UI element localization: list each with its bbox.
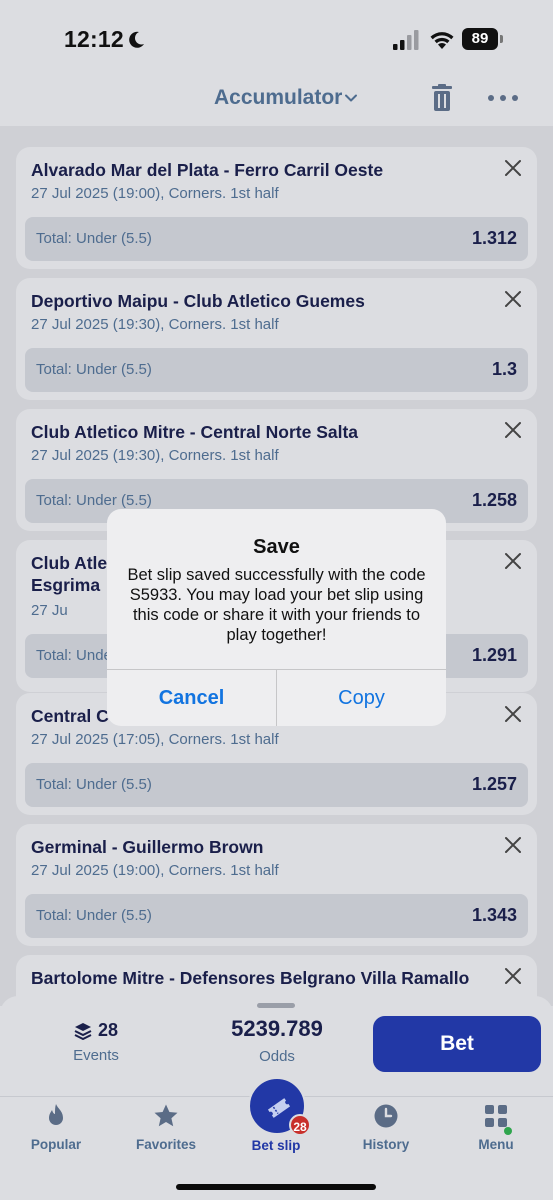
home-indicator	[176, 1184, 376, 1190]
close-icon[interactable]	[504, 421, 522, 439]
bet-match: Germinal - Guillermo Brown	[31, 837, 264, 857]
bet-market: Total: Unde	[36, 647, 112, 664]
events-count: 28	[97, 1020, 119, 1040]
bet-card: Deportivo Maipu - Club Atletico Guemes 2…	[16, 278, 537, 400]
star-icon	[154, 1104, 178, 1127]
cancel-button[interactable]: Cancel	[107, 670, 276, 726]
bet-details: 27 Jul 2025 (17:05), Corners. 1st half	[31, 731, 279, 748]
bet-market: Total: Under (5.5)	[36, 492, 152, 509]
bet-details: 27 Ju	[31, 602, 68, 619]
bet-market: Total: Under (5.5)	[36, 907, 152, 924]
more-options-icon[interactable]	[487, 90, 519, 106]
drag-handle[interactable]	[257, 1003, 295, 1008]
bet-selection-row: Total: Under (5.5) 1.312	[25, 217, 528, 261]
odds-summary: 5239.789 Odds	[206, 1016, 348, 1065]
bet-details: 27 Jul 2025 (19:00), Corners. 1st half	[31, 862, 279, 879]
tab-favorites[interactable]: Favorites	[116, 1103, 216, 1152]
notification-dot	[504, 1127, 512, 1135]
clock-icon	[374, 1104, 398, 1128]
tab-betslip[interactable]: Bet slip	[226, 1138, 326, 1153]
total-odds: 5239.789	[231, 1016, 323, 1041]
events-summary: 28 Events	[48, 1020, 144, 1064]
bet-match: Bartolome Mitre - Defensores Belgrano Vi…	[31, 968, 470, 988]
copy-button[interactable]: Copy	[277, 670, 446, 726]
bet-selection-row: Total: Under (5.5) 1.343	[25, 894, 528, 938]
trash-icon[interactable]	[431, 84, 453, 112]
odds-label: Odds	[259, 1048, 295, 1065]
alert-title: Save	[253, 536, 300, 558]
save-alert-dialog: Save Bet slip saved successfully with th…	[107, 509, 446, 726]
tab-label: Popular	[30, 1137, 82, 1152]
betslip-count-badge: 28	[289, 1114, 311, 1136]
battery-level: 89	[462, 28, 498, 50]
tab-label: Bet slip	[251, 1138, 301, 1153]
bet-market: Total: Under (5.5)	[36, 230, 152, 247]
bet-type-selector[interactable]: Accumulator	[214, 86, 342, 110]
status-time: 12:12	[64, 26, 124, 52]
tab-popular[interactable]: Popular	[6, 1103, 106, 1152]
tab-menu[interactable]: Menu	[446, 1103, 546, 1152]
bet-odds: 1.257	[471, 774, 517, 794]
cellular-signal-icon	[393, 30, 419, 50]
flame-icon	[49, 1104, 63, 1125]
bet-odds: 1.291	[471, 645, 517, 665]
close-icon[interactable]	[504, 159, 522, 177]
bet-odds: 1.312	[471, 228, 517, 248]
bet-card: Alvarado Mar del Plata - Ferro Carril Oe…	[16, 147, 537, 269]
events-label: Events	[73, 1047, 119, 1064]
header: Accumulator	[0, 80, 553, 126]
tab-label: Favorites	[135, 1137, 197, 1152]
alert-message: Bet slip saved successfully with the cod…	[127, 566, 426, 644]
status-bar: 12:12 89	[0, 0, 553, 80]
tab-bar: Popular Favorites 28 Bet slip History Me…	[0, 1077, 553, 1200]
bet-match: Club Atletico Mitre - Central Norte Salt…	[31, 422, 359, 442]
moon-icon	[129, 31, 144, 48]
tab-label: Menu	[478, 1137, 514, 1152]
close-icon[interactable]	[504, 552, 522, 570]
bet-odds: 1.258	[471, 490, 517, 510]
close-icon[interactable]	[504, 967, 522, 985]
bet-match: Club Atle Esgrima	[31, 553, 108, 595]
place-bet-button[interactable]: Bet	[373, 1016, 541, 1072]
ticket-icon	[267, 1098, 291, 1118]
tab-label: History	[362, 1137, 410, 1152]
bet-odds: 1.3	[491, 359, 517, 379]
bet-details: 27 Jul 2025 (19:30), Corners. 1st half	[31, 316, 279, 333]
bet-selection-row: Total: Under (5.5) 1.257	[25, 763, 528, 807]
battery-nub	[500, 35, 503, 43]
bet-card: Germinal - Guillermo Brown 27 Jul 2025 (…	[16, 824, 537, 946]
bet-odds: 1.343	[471, 905, 517, 925]
tab-history[interactable]: History	[336, 1103, 436, 1152]
bet-match: Alvarado Mar del Plata - Ferro Carril Oe…	[31, 160, 384, 180]
close-icon[interactable]	[504, 290, 522, 308]
chevron-down-icon[interactable]	[343, 90, 359, 106]
close-icon[interactable]	[504, 836, 522, 854]
battery-indicator: 89	[462, 28, 504, 50]
bet-match: Deportivo Maipu - Club Atletico Guemes	[31, 291, 365, 311]
bet-details: 27 Jul 2025 (19:30), Corners. 1st half	[31, 447, 279, 464]
bet-market: Total: Under (5.5)	[36, 776, 152, 793]
bet-selection-row: Total: Under (5.5) 1.3	[25, 348, 528, 392]
close-icon[interactable]	[504, 705, 522, 723]
wifi-icon	[430, 32, 454, 49]
layers-icon	[74, 1022, 92, 1040]
grid-menu-icon	[485, 1105, 507, 1127]
bet-market: Total: Under (5.5)	[36, 361, 152, 378]
bet-details: 27 Jul 2025 (19:00), Corners. 1st half	[31, 185, 279, 202]
